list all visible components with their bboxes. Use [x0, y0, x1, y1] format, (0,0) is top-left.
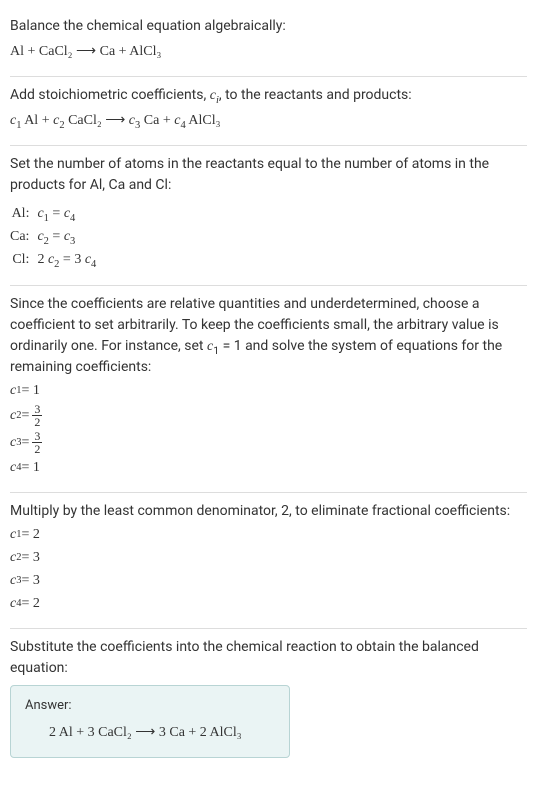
coeff-intro-a: Add stoichiometric coefficients, [10, 87, 210, 103]
answer-intro: Substitute the coefficients into the che… [10, 637, 527, 679]
rhs-s: 3 [70, 236, 75, 247]
multiply-intro: Multiply by the least common denominator… [10, 501, 527, 522]
problem-title: Balance the chemical equation algebraica… [10, 16, 527, 37]
coef-c4: c4 = 2 [10, 593, 527, 614]
atoms-intro: Set the number of atoms in the reactants… [10, 154, 527, 196]
atom-row: Ca: c2 = c3 [10, 225, 102, 248]
c-eq: = [21, 405, 29, 426]
section-problem: Balance the chemical equation algebraica… [10, 8, 527, 77]
c-val: = 2 [21, 593, 39, 614]
coeff-equation: c1 Al + c2 CaCl₂ ⟶ c3 Ca + c4 AlCl₃ [10, 110, 527, 131]
frac-den: 2 [32, 443, 42, 455]
c-val: = 1 [21, 457, 39, 478]
coef-c3: c3 = 3 2 [10, 430, 527, 455]
coef-c3: c3 = 3 [10, 570, 527, 591]
atom-eq: c2 = c3 [37, 225, 102, 248]
sp3: Ca + [140, 113, 174, 128]
coef-c1: c1 = 1 [10, 380, 527, 401]
frac-den: 2 [32, 416, 42, 428]
section-coefficients: Add stoichiometric coefficients, ci, to … [10, 77, 527, 146]
solve-intro: Since the coefficients are relative quan… [10, 294, 527, 378]
coef-c1: c1 = 2 [10, 524, 527, 545]
sp2: CaCl₂ ⟶ [65, 113, 129, 128]
coef-c4: c4 = 1 [10, 457, 527, 478]
coef-c2: c2 = 3 2 [10, 403, 527, 428]
atom-table: Al: c1 = c4 Ca: c2 = c3 Cl: 2 c2 = 3 c4 [10, 202, 102, 271]
sp4: AlCl₃ [186, 113, 221, 128]
eq: = 3 [59, 252, 84, 267]
rhs-s: 4 [91, 259, 96, 270]
eq: = [49, 229, 64, 244]
eq: = [49, 206, 64, 221]
sp1: Al + [21, 113, 53, 128]
rhs-s: 4 [70, 213, 75, 224]
answer-label: Answer: [25, 696, 275, 716]
atom-el: Cl: [10, 248, 37, 271]
unbalanced-equation: Al + CaCl₂ ⟶ Ca + AlCl₃ [10, 41, 527, 62]
c-val: = 3 [21, 570, 39, 591]
c-eq: = [21, 432, 29, 453]
c-val: = 2 [21, 524, 39, 545]
section-answer: Substitute the coefficients into the che… [10, 629, 527, 772]
atom-eq: c1 = c4 [37, 202, 102, 225]
fraction: 3 2 [32, 430, 42, 455]
fraction: 3 2 [32, 403, 42, 428]
pre: 2 [37, 252, 48, 267]
section-atoms: Set the number of atoms in the reactants… [10, 146, 527, 286]
coef-c2: c2 = 3 [10, 547, 527, 568]
atom-el: Ca: [10, 225, 37, 248]
atom-el: Al: [10, 202, 37, 225]
c-val: = 3 [21, 547, 39, 568]
coeff-intro: Add stoichiometric coefficients, ci, to … [10, 85, 527, 106]
atom-eq: 2 c2 = 3 c4 [37, 248, 102, 271]
section-multiply: Multiply by the least common denominator… [10, 493, 527, 629]
balanced-equation: 2 Al + 3 CaCl₂ ⟶ 3 Ca + 2 AlCl₃ [49, 722, 275, 743]
atom-row: Al: c1 = c4 [10, 202, 102, 225]
coeff-intro-b: , to the reactants and products: [219, 87, 412, 103]
answer-box: Answer: 2 Al + 3 CaCl₂ ⟶ 3 Ca + 2 AlCl₃ [10, 685, 290, 758]
atom-row: Cl: 2 c2 = 3 c4 [10, 248, 102, 271]
section-solve: Since the coefficients are relative quan… [10, 286, 527, 493]
c-val: = 1 [21, 380, 39, 401]
